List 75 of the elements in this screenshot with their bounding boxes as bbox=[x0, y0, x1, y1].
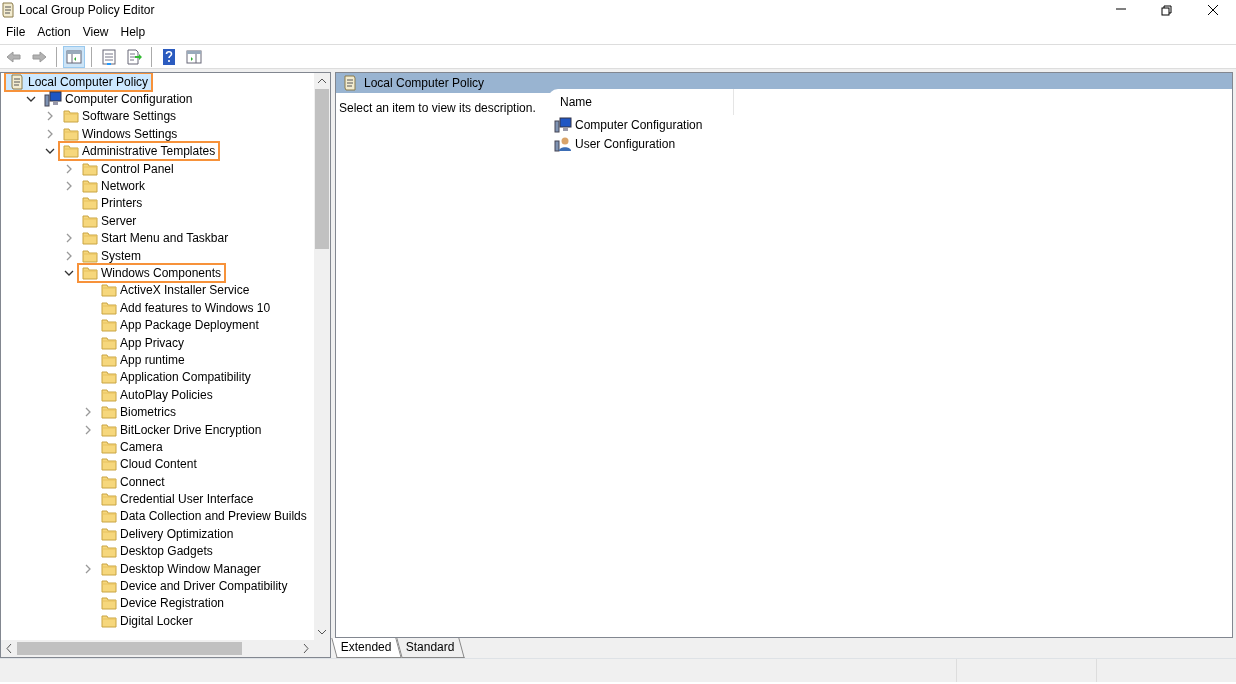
description-text: Select an item to view its description. bbox=[339, 101, 536, 115]
vertical-scrollbar[interactable] bbox=[314, 73, 330, 640]
folder-icon bbox=[101, 422, 117, 437]
folder-icon bbox=[63, 126, 79, 141]
tree-item[interactable]: Windows Components bbox=[77, 263, 227, 283]
pane-title: Local Computer Policy bbox=[364, 75, 485, 92]
user-icon bbox=[554, 135, 572, 152]
collapsed-chevron-icon[interactable] bbox=[65, 181, 73, 192]
restore-icon[interactable] bbox=[1159, 3, 1175, 17]
folder-icon bbox=[82, 161, 98, 176]
folder-icon bbox=[101, 561, 117, 576]
list-item[interactable]: User Configuration bbox=[554, 134, 1232, 153]
folder-icon bbox=[63, 109, 79, 124]
menu-item[interactable]: Action bbox=[31, 23, 77, 41]
folder-icon bbox=[101, 283, 117, 298]
policy-scroll-icon bbox=[342, 75, 358, 91]
collapsed-chevron-icon[interactable] bbox=[65, 250, 73, 261]
export-list-icon bbox=[125, 47, 143, 66]
folder-icon bbox=[101, 509, 117, 524]
expanded-chevron-icon[interactable] bbox=[26, 95, 36, 104]
folder-icon bbox=[101, 352, 117, 367]
tree-item[interactable]: Administrative Templates bbox=[58, 141, 221, 162]
pane-toggle-icon bbox=[65, 47, 83, 66]
folder-icon bbox=[82, 266, 98, 280]
computer-icon bbox=[554, 116, 572, 133]
folder-icon bbox=[82, 179, 98, 194]
view-tab[interactable]: Extended bbox=[331, 638, 402, 658]
collapsed-chevron-icon[interactable] bbox=[84, 424, 92, 435]
collapsed-chevron-icon[interactable] bbox=[65, 233, 73, 244]
folder-icon bbox=[82, 196, 98, 211]
column-header[interactable]: Name bbox=[554, 89, 734, 115]
collapsed-chevron-icon[interactable] bbox=[84, 563, 92, 574]
horizontal-scrollbar[interactable] bbox=[1, 640, 330, 657]
collapsed-chevron-icon[interactable] bbox=[84, 407, 92, 418]
folder-icon bbox=[101, 474, 117, 489]
folder-icon bbox=[82, 213, 98, 228]
collapsed-chevron-icon[interactable] bbox=[46, 111, 54, 122]
collapsed-chevron-icon[interactable] bbox=[65, 163, 73, 174]
pane-toggle-icon bbox=[185, 47, 203, 66]
policy-scroll-icon bbox=[0, 2, 16, 18]
scrollbar-thumb[interactable] bbox=[17, 642, 242, 655]
folder-icon bbox=[63, 144, 79, 159]
folder-icon bbox=[101, 492, 117, 507]
help-icon bbox=[160, 47, 178, 66]
folder-icon bbox=[101, 526, 117, 541]
expanded-chevron-icon[interactable] bbox=[45, 147, 55, 156]
folder-icon bbox=[101, 370, 117, 385]
view-tab[interactable]: Standard bbox=[396, 638, 465, 658]
folder-icon bbox=[101, 405, 117, 420]
pane-toggle-button[interactable] bbox=[63, 45, 85, 68]
policy-scroll-icon bbox=[9, 73, 25, 90]
expanded-chevron-icon[interactable] bbox=[64, 269, 74, 277]
computer-icon bbox=[44, 91, 62, 108]
menu-item[interactable]: Help bbox=[114, 23, 152, 41]
menu-item[interactable]: View bbox=[76, 23, 115, 41]
scrollbar-thumb[interactable] bbox=[315, 89, 329, 249]
folder-icon bbox=[101, 318, 117, 333]
folder-icon bbox=[101, 335, 117, 350]
folder-icon bbox=[101, 613, 117, 628]
folder-icon bbox=[101, 544, 117, 559]
window-title: Local Group Policy Editor bbox=[19, 2, 156, 19]
close-icon[interactable] bbox=[1205, 3, 1221, 17]
tree-item[interactable]: Local Computer Policy bbox=[4, 73, 154, 92]
properties-icon bbox=[100, 47, 118, 66]
list-item[interactable]: Computer Configuration bbox=[554, 115, 1232, 134]
folder-icon bbox=[101, 457, 117, 472]
folder-icon bbox=[101, 579, 117, 594]
folder-icon bbox=[101, 300, 117, 315]
folder-icon bbox=[101, 596, 117, 611]
folder-icon bbox=[82, 231, 98, 246]
menu-item[interactable]: File bbox=[0, 23, 32, 41]
folder-icon bbox=[101, 387, 117, 402]
folder-icon bbox=[82, 248, 98, 263]
folder-icon bbox=[101, 439, 117, 454]
collapsed-chevron-icon[interactable] bbox=[46, 128, 54, 139]
